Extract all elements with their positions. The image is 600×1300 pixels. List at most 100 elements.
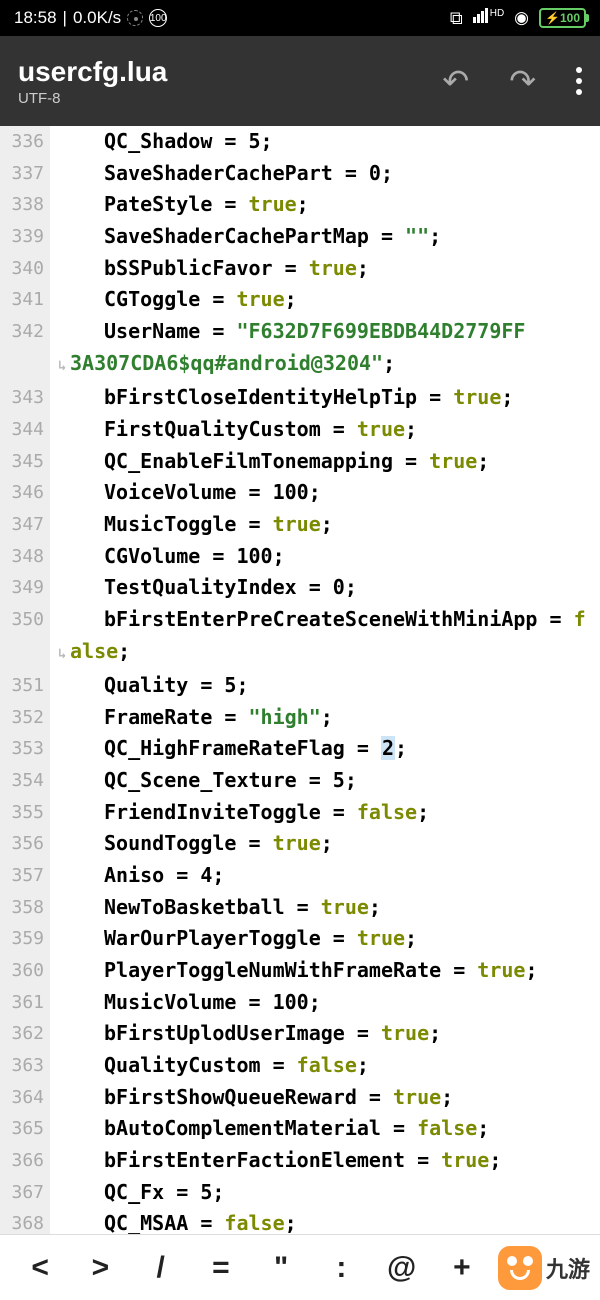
code-content[interactable]: VoiceVolume = 100;: [50, 477, 321, 509]
code-line[interactable]: 350bFirstEnterPreCreateSceneWithMiniApp …: [0, 604, 600, 636]
code-line[interactable]: 349TestQualityIndex = 0;: [0, 572, 600, 604]
code-line[interactable]: ↳3A307CDA6$qq#android@3204";: [0, 348, 600, 383]
line-number: 344: [0, 414, 50, 446]
code-content[interactable]: QualityCustom = false;: [50, 1050, 369, 1082]
code-content[interactable]: bAutoComplementMaterial = false;: [50, 1113, 489, 1145]
line-number: [0, 348, 50, 383]
code-content[interactable]: SoundToggle = true;: [50, 828, 333, 860]
code-line[interactable]: 353QC_HighFrameRateFlag = 2;: [0, 733, 600, 765]
line-number: 358: [0, 892, 50, 924]
symbol-key[interactable]: /: [131, 1251, 191, 1285]
sync-icon: [127, 10, 143, 26]
line-number: 349: [0, 572, 50, 604]
code-line[interactable]: 356SoundToggle = true;: [0, 828, 600, 860]
code-line[interactable]: 340bSSPublicFavor = true;: [0, 253, 600, 285]
code-content[interactable]: FrameRate = "high";: [50, 702, 333, 734]
code-line[interactable]: 343bFirstCloseIdentityHelpTip = true;: [0, 382, 600, 414]
code-content[interactable]: QC_EnableFilmTonemapping = true;: [50, 446, 489, 478]
code-line[interactable]: 359WarOurPlayerToggle = true;: [0, 923, 600, 955]
code-content[interactable]: bFirstEnterPreCreateSceneWithMiniApp = f: [50, 604, 586, 636]
file-name: usercfg.lua: [18, 56, 167, 88]
code-content[interactable]: SaveShaderCachePart = 0;: [50, 158, 393, 190]
code-content[interactable]: bSSPublicFavor = true;: [50, 253, 369, 285]
line-number: 361: [0, 987, 50, 1019]
line-number: 354: [0, 765, 50, 797]
symbol-key[interactable]: =: [191, 1251, 251, 1285]
line-number: 348: [0, 541, 50, 573]
symbol-key[interactable]: ": [251, 1251, 311, 1285]
wifi-icon: ◉: [514, 8, 529, 28]
code-line[interactable]: 366bFirstEnterFactionElement = true;: [0, 1145, 600, 1177]
code-content[interactable]: QC_Shadow = 5;: [50, 126, 273, 158]
code-content[interactable]: bFirstShowQueueReward = true;: [50, 1082, 453, 1114]
code-content[interactable]: SaveShaderCachePartMap = "";: [50, 221, 441, 253]
code-line[interactable]: 357Aniso = 4;: [0, 860, 600, 892]
code-line[interactable]: 355FriendInviteToggle = false;: [0, 797, 600, 829]
code-editor[interactable]: 336QC_Shadow = 5;337SaveShaderCachePart …: [0, 126, 600, 1234]
line-number: 362: [0, 1018, 50, 1050]
symbol-key[interactable]: >: [70, 1251, 130, 1285]
code-content[interactable]: PateStyle = true;: [50, 189, 309, 221]
code-line[interactable]: 362bFirstUplodUserImage = true;: [0, 1018, 600, 1050]
code-line[interactable]: 352FrameRate = "high";: [0, 702, 600, 734]
code-line[interactable]: 341CGToggle = true;: [0, 284, 600, 316]
line-number: 352: [0, 702, 50, 734]
code-line[interactable]: 339SaveShaderCachePartMap = "";: [0, 221, 600, 253]
code-content[interactable]: MusicToggle = true;: [50, 509, 333, 541]
line-number: 340: [0, 253, 50, 285]
code-content[interactable]: TestQualityIndex = 0;: [50, 572, 357, 604]
code-line[interactable]: ↳alse;: [0, 636, 600, 671]
code-line[interactable]: 368QC_MSAA = false;: [0, 1208, 600, 1234]
code-content[interactable]: NewToBasketball = true;: [50, 892, 381, 924]
code-line[interactable]: 348CGVolume = 100;: [0, 541, 600, 573]
code-content[interactable]: UserName = "F632D7F699EBDB44D2779FF: [50, 316, 525, 348]
symbol-key[interactable]: <: [10, 1251, 70, 1285]
code-content[interactable]: QC_Fx = 5;: [50, 1177, 224, 1209]
more-menu-button[interactable]: [576, 67, 582, 95]
line-number: 342: [0, 316, 50, 348]
code-content[interactable]: CGVolume = 100;: [50, 541, 285, 573]
code-content[interactable]: QC_HighFrameRateFlag = 2;: [50, 733, 407, 765]
code-content[interactable]: Aniso = 4;: [50, 860, 224, 892]
code-content[interactable]: FriendInviteToggle = false;: [50, 797, 429, 829]
status-bar: 18:58 | 0.0K/s 100 ⧉ HD ◉ ⚡100: [0, 0, 600, 36]
code-line[interactable]: 365bAutoComplementMaterial = false;: [0, 1113, 600, 1145]
code-content[interactable]: bFirstCloseIdentityHelpTip = true;: [50, 382, 513, 414]
code-content[interactable]: QC_MSAA = false;: [50, 1208, 297, 1234]
code-line[interactable]: 358NewToBasketball = true;: [0, 892, 600, 924]
code-line[interactable]: 361MusicVolume = 100;: [0, 987, 600, 1019]
line-number: 343: [0, 382, 50, 414]
code-content[interactable]: bFirstEnterFactionElement = true;: [50, 1145, 501, 1177]
undo-button[interactable]: ↶: [442, 62, 469, 100]
code-content[interactable]: MusicVolume = 100;: [50, 987, 321, 1019]
code-line[interactable]: 347MusicToggle = true;: [0, 509, 600, 541]
code-line[interactable]: 364bFirstShowQueueReward = true;: [0, 1082, 600, 1114]
code-line[interactable]: 345QC_EnableFilmTonemapping = true;: [0, 446, 600, 478]
code-content[interactable]: CGToggle = true;: [50, 284, 297, 316]
code-content[interactable]: WarOurPlayerToggle = true;: [50, 923, 417, 955]
code-line[interactable]: 342UserName = "F632D7F699EBDB44D2779FF: [0, 316, 600, 348]
code-line[interactable]: 360PlayerToggleNumWithFrameRate = true;: [0, 955, 600, 987]
code-line[interactable]: 346VoiceVolume = 100;: [0, 477, 600, 509]
code-line[interactable]: 363QualityCustom = false;: [0, 1050, 600, 1082]
code-content[interactable]: Quality = 5;: [50, 670, 249, 702]
symbol-key[interactable]: +: [432, 1251, 492, 1285]
code-content[interactable]: QC_Scene_Texture = 5;: [50, 765, 357, 797]
code-line[interactable]: 338PateStyle = true;: [0, 189, 600, 221]
code-content[interactable]: ↳3A307CDA6$qq#android@3204";: [50, 348, 395, 383]
code-line[interactable]: 367QC_Fx = 5;: [0, 1177, 600, 1209]
code-line[interactable]: 344FirstQualityCustom = true;: [0, 414, 600, 446]
code-content[interactable]: bFirstUplodUserImage = true;: [50, 1018, 441, 1050]
code-line[interactable]: 336QC_Shadow = 5;: [0, 126, 600, 158]
code-content[interactable]: FirstQualityCustom = true;: [50, 414, 417, 446]
code-line[interactable]: 351Quality = 5;: [0, 670, 600, 702]
line-number: 360: [0, 955, 50, 987]
code-line[interactable]: 337SaveShaderCachePart = 0;: [0, 158, 600, 190]
symbol-key[interactable]: @: [372, 1251, 432, 1285]
line-number: 359: [0, 923, 50, 955]
code-line[interactable]: 354QC_Scene_Texture = 5;: [0, 765, 600, 797]
code-content[interactable]: ↳alse;: [50, 636, 130, 671]
code-content[interactable]: PlayerToggleNumWithFrameRate = true;: [50, 955, 538, 987]
symbol-key[interactable]: :: [311, 1251, 371, 1285]
redo-button[interactable]: ↷: [509, 62, 536, 100]
